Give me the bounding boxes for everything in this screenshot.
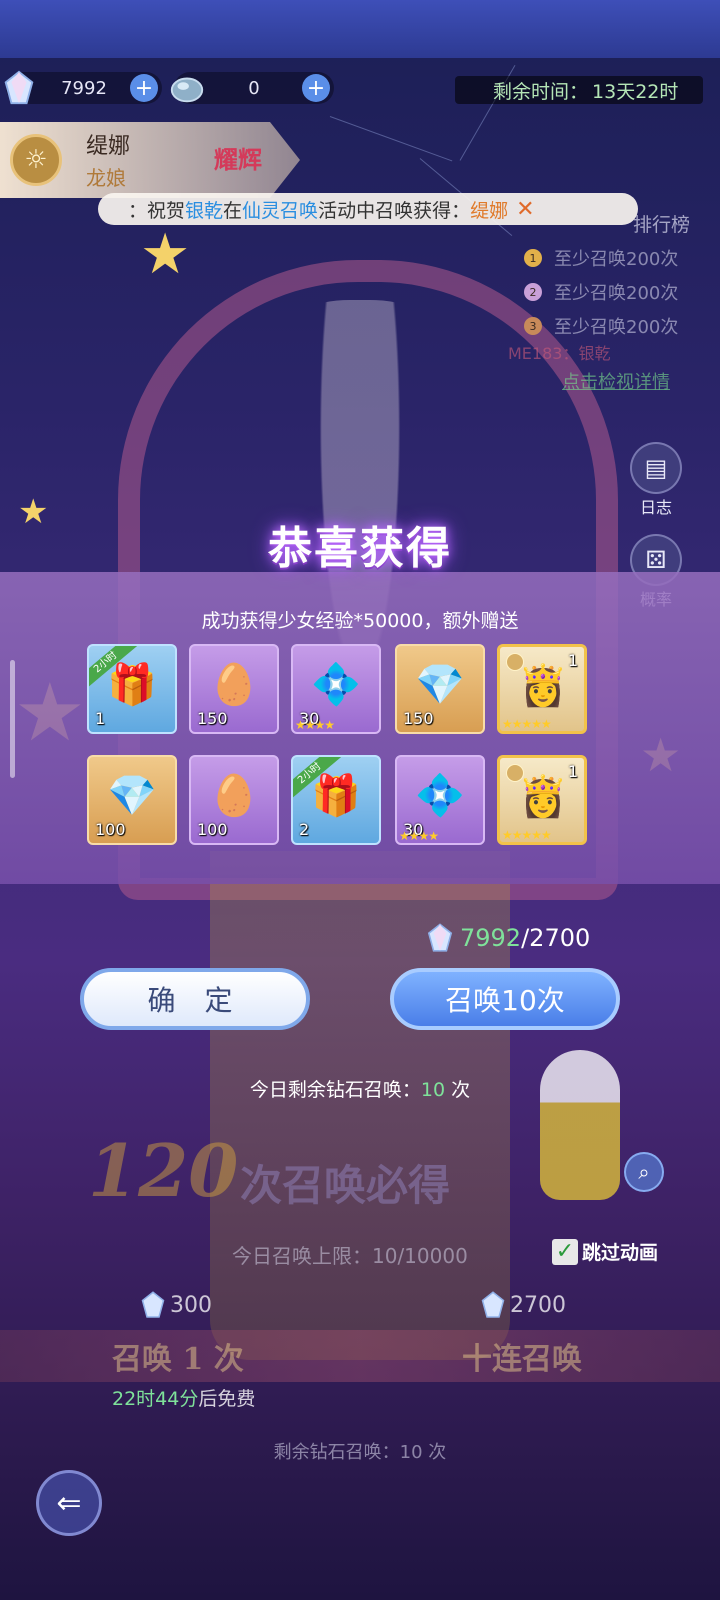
summon-bar	[0, 1330, 720, 1382]
star-rating: ★★★★★	[502, 717, 552, 731]
popup-subtitle: 成功获得少女经验*50000，额外赠送	[201, 610, 519, 632]
diamond-counter[interactable]: 7992 +	[4, 70, 162, 105]
sun-element-icon: ☼	[10, 134, 62, 186]
chibi-character	[540, 1050, 620, 1200]
add-ore-button[interactable]: +	[302, 74, 330, 102]
hero-race: 龙娘	[86, 166, 126, 190]
diamond-value: 7992	[61, 77, 107, 99]
timer-label: 剩余时间：	[493, 80, 589, 103]
reward-item[interactable]: 👸 1 ★★★★★	[497, 644, 587, 734]
diamond-icon	[4, 70, 34, 105]
reward-item[interactable]: 💠 30 ★★★★	[395, 755, 485, 845]
log-button[interactable]: ▤ 日志	[626, 442, 686, 518]
star-rating: ★★★★	[399, 829, 439, 843]
confirm-button[interactable]: 确 定	[80, 968, 310, 1030]
ranking-row: 2 至少召唤200次	[524, 279, 720, 305]
ranking-row: 3 至少召唤200次	[524, 313, 720, 339]
reward-item[interactable]: 🎁 2小时 1	[87, 644, 177, 734]
ranking-panel: 排行榜 1 至少召唤200次 2 至少召唤200次 3 至少召唤200次	[524, 210, 720, 339]
cost-need: 2700	[529, 924, 591, 952]
item-count: 1	[567, 651, 578, 670]
side-handle[interactable]	[10, 660, 15, 778]
ten-price-value: 2700	[510, 1292, 566, 1318]
back-arrow-icon: ⇐	[56, 1485, 82, 1521]
reward-item[interactable]: 💠 30 ★★★★	[291, 644, 381, 734]
item-count: 100	[197, 820, 228, 839]
rank-medal-icon: 1	[524, 249, 542, 267]
ten-price: 2700	[478, 1290, 566, 1320]
search-icon[interactable]: ⌕	[624, 1152, 664, 1192]
guarantee-number: 120	[88, 1128, 239, 1213]
ranking-row-text: 至少召唤200次	[554, 249, 679, 270]
ticker-player: 银乾	[185, 199, 224, 222]
summon-once-button[interactable]: 召唤 1 次	[112, 1334, 244, 1378]
free-time: 22时44分	[112, 1388, 199, 1410]
summon-ten-button[interactable]: 十连召唤	[462, 1334, 582, 1378]
free-timer: 22时44分后免费	[112, 1384, 255, 1411]
ore-counter[interactable]: 0 +	[170, 72, 334, 104]
summon-10-button[interactable]: 召唤10次	[390, 968, 620, 1030]
ticker-reward: 缇娜	[470, 199, 509, 222]
cost-have: 7992	[460, 924, 522, 952]
add-diamond-button[interactable]: +	[130, 74, 158, 102]
item-count: 1	[567, 762, 578, 781]
summon-cost: 7992 / 2700	[424, 922, 590, 954]
timer-value: 13天22时	[592, 80, 679, 103]
item-count: 150	[197, 709, 228, 728]
checkbox-icon[interactable]: ✓	[552, 1238, 578, 1265]
reward-item[interactable]: 🥚 100	[189, 755, 279, 845]
rank-medal-icon: 2	[524, 283, 542, 301]
reward-item[interactable]: 🥚 150	[189, 644, 279, 734]
item-count: 100	[95, 820, 126, 839]
my-rank: ME183：银乾	[508, 344, 611, 363]
item-count: 1	[95, 709, 106, 728]
ranking-row: 1 至少召唤200次	[524, 245, 720, 271]
view-details-link[interactable]: 点击检视详情	[562, 368, 670, 394]
star-rating: ★★★★	[295, 718, 335, 732]
rank-medal-icon: 3	[524, 317, 542, 335]
diamond-icon	[141, 1291, 165, 1318]
bottom-remaining: 剩余钻石召唤：10 次	[273, 1442, 447, 1463]
top-banner	[0, 0, 720, 58]
ranking-row-text: 至少召唤200次	[554, 283, 679, 304]
diamond-icon	[481, 1291, 505, 1318]
diamond-icon	[427, 923, 453, 952]
skip-animation-toggle[interactable]: ✓ 跳过动画	[552, 1238, 658, 1265]
reward-item[interactable]: 💎 150	[395, 644, 485, 734]
free-rest: 后免费	[198, 1388, 256, 1410]
popup-title: 恭喜获得	[268, 523, 452, 574]
daily-limit: 今日召唤上限：10/10000	[232, 1244, 468, 1268]
ticker-prefix: ：祝贺	[128, 199, 186, 222]
guarantee-text: 次召唤必得	[240, 1161, 451, 1210]
item-count: 2	[299, 820, 310, 839]
today-remaining-suffix: 次	[445, 1079, 471, 1101]
ticker-suffix: 活动中召唤获得：	[318, 199, 471, 222]
single-price-value: 300	[170, 1292, 212, 1318]
today-remaining-count: 10	[420, 1079, 446, 1101]
constellation-line	[329, 116, 453, 162]
ticker-middle: 在	[223, 199, 243, 222]
ranking-row-text: 至少召唤200次	[554, 317, 679, 338]
reward-item[interactable]: 🎁 2小时 2	[291, 755, 381, 845]
item-count: 150	[403, 709, 434, 728]
event-timer: 剩余时间： 13天22时	[455, 76, 703, 104]
skip-label: 跳过动画	[582, 1242, 659, 1264]
featured-hero-card[interactable]: ☼ 缇娜 龙娘 耀辉	[0, 122, 300, 198]
hero-name: 缇娜	[86, 134, 131, 159]
back-button[interactable]: ⇐	[36, 1470, 102, 1536]
log-icon: ▤	[630, 442, 682, 494]
rank-badge: 耀辉	[214, 146, 262, 174]
reward-item[interactable]: 💎 100	[87, 755, 177, 845]
ticker-event: 仙灵召唤	[242, 199, 319, 222]
cost-separator: /	[521, 924, 530, 952]
today-remaining-prefix: 今日剩余钻石召唤：	[249, 1079, 421, 1101]
ore-value: 0	[248, 77, 260, 99]
ranking-title: 排行榜	[632, 214, 690, 236]
single-price: 300	[138, 1290, 212, 1320]
star-decoration: ★	[140, 222, 191, 287]
crystal-ore-icon	[170, 77, 204, 103]
star-rating: ★★★★★	[502, 828, 552, 842]
reward-item[interactable]: 👸 1 ★★★★★	[497, 755, 587, 845]
